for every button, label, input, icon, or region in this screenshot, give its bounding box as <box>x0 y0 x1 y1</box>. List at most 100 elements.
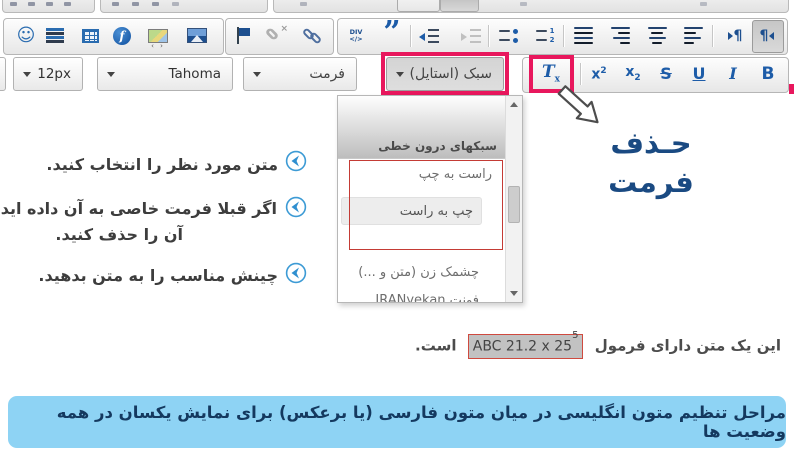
subscript-button[interactable]: x2 <box>618 57 648 91</box>
format-value: فرمت <box>261 66 356 82</box>
emoticon-button[interactable]: ☺ <box>12 18 40 53</box>
combo-cut[interactable] <box>0 57 6 91</box>
dropdown-scrollbar[interactable] <box>505 96 522 302</box>
link-icon <box>304 28 322 44</box>
icon-fragment <box>46 2 53 6</box>
icon-fragment <box>172 2 179 6</box>
font-size-value: 12px <box>31 66 82 82</box>
justify-icon <box>574 27 593 45</box>
annotation-title: حـذف فرمت <box>595 124 707 202</box>
bulleted-list-icon <box>499 29 518 43</box>
iframe-button[interactable]: ‹ › <box>144 18 172 53</box>
formula-line: این یک متن دارای فرمول ABC 21.2 x 255 اس… <box>415 334 781 359</box>
bold-button[interactable]: B <box>753 57 783 91</box>
scroll-down-icon[interactable] <box>510 291 518 296</box>
indent-decrease-button[interactable] <box>415 18 443 53</box>
table-button[interactable] <box>76 18 104 53</box>
div-container-button[interactable]: DIV </> <box>342 18 370 53</box>
bulleted-list-button[interactable] <box>494 18 522 53</box>
emoticon-icon: ☺ <box>17 27 36 45</box>
toolbar-group-cut <box>273 0 789 13</box>
anchor-flag-button[interactable] <box>229 18 257 53</box>
bullet-arrow-icon <box>285 150 307 172</box>
paragraph-ltr-button[interactable]: ¶ <box>721 18 749 53</box>
format-combo[interactable]: فرمت <box>243 57 357 91</box>
bullet-arrow-icon <box>285 196 307 218</box>
indent-decrease-icon <box>419 29 439 43</box>
chevron-down-icon <box>23 72 31 77</box>
iframe-arrows: ‹ › <box>149 43 167 49</box>
horizontal-lines-button[interactable] <box>41 18 69 53</box>
icon-fragment <box>700 2 707 6</box>
unlink-button[interactable]: × <box>263 18 291 53</box>
toolbar-button-pressed-cut[interactable] <box>440 0 479 12</box>
bullet-arrow-icon <box>285 262 307 284</box>
toolbar-divider <box>563 25 564 47</box>
blockquote-icon: ” <box>383 28 400 44</box>
annotation-arrow-icon <box>554 84 606 130</box>
toolbar-divider <box>580 63 581 85</box>
indent-increase-button[interactable] <box>457 18 485 53</box>
iframe-icon: ‹ › <box>148 29 168 43</box>
chevron-down-icon <box>253 72 261 77</box>
icon-fragment <box>132 2 139 6</box>
scroll-up-icon[interactable] <box>510 102 518 107</box>
align-center-button[interactable] <box>643 18 671 53</box>
toolbar-divider <box>410 25 411 47</box>
instruction-2-line2: آن را حذف کنید. <box>55 225 183 244</box>
scrollbar-thumb[interactable] <box>508 186 520 223</box>
subscript-icon: x2 <box>625 65 640 83</box>
align-center-icon <box>648 27 667 45</box>
instruction-3: چینش مناسب را به متن بدهید. <box>38 266 278 285</box>
icon-fragment <box>64 2 71 6</box>
flash-icon: f <box>113 27 131 45</box>
unlink-icon: × <box>268 28 286 44</box>
flag-icon <box>235 27 251 44</box>
align-right-button[interactable] <box>606 18 634 53</box>
italic-button[interactable]: I <box>718 57 748 91</box>
align-left-button[interactable] <box>679 18 707 53</box>
underline-button[interactable]: U <box>684 57 714 91</box>
formula-superscript: 5 <box>572 330 578 341</box>
underline-icon: U <box>693 66 706 82</box>
strikethrough-button[interactable]: S <box>651 57 681 91</box>
dropdown-header: سبکهای درون خطی <box>338 96 505 159</box>
formula-selection: ABC 21.2 x 255 <box>468 334 584 359</box>
horizontal-lines-icon <box>46 28 64 43</box>
dropdown-item-blink[interactable]: چشمک زن (متن و ...) <box>358 265 479 280</box>
image-button[interactable] <box>183 18 211 53</box>
image-icon <box>187 28 207 43</box>
instruction-2-line1: اگر قبلا فرمت خاصی به آن داده اید، <box>0 199 277 218</box>
link-button[interactable] <box>299 18 327 53</box>
icon-fragment <box>520 2 527 6</box>
icon-fragment <box>28 2 35 6</box>
toolbar-button-cut[interactable] <box>397 0 440 12</box>
font-family-combo[interactable]: Tahoma <box>97 57 233 91</box>
numbered-list-button[interactable]: 1 2 <box>531 18 559 53</box>
highlight-fragment <box>789 84 794 94</box>
dropdown-items-highlight-box <box>349 160 503 250</box>
dropdown-item-font-iranyekan[interactable]: فونت IRANyekan <box>375 293 479 303</box>
paragraph-rtl-button[interactable]: ¶ <box>753 18 781 53</box>
strikethrough-icon: S <box>660 66 672 82</box>
formula-suffix: است. <box>415 337 456 355</box>
flash-button[interactable]: f <box>108 18 136 53</box>
footer-banner-text: مراحل تنظیم متون انگلیسی در میان متون فا… <box>8 403 786 441</box>
justify-button[interactable] <box>569 18 597 53</box>
italic-icon: I <box>729 66 736 82</box>
font-size-combo[interactable]: 12px <box>13 57 83 91</box>
blockquote-button[interactable]: ” <box>378 18 406 53</box>
icon-fragment <box>112 2 119 6</box>
bold-icon: B <box>762 66 775 83</box>
indent-increase-icon <box>461 29 481 43</box>
paragraph-ltr-icon: ¶ <box>728 28 743 44</box>
div-code-text: </> <box>349 36 362 43</box>
paragraph-rtl-icon: ¶ <box>760 28 775 44</box>
align-right-icon <box>611 27 630 45</box>
icon-fragment <box>10 2 17 6</box>
style-combo[interactable]: سبک (استایل) <box>386 57 504 91</box>
footer-banner: مراحل تنظیم متون انگلیسی در میان متون فا… <box>8 396 786 448</box>
formula-prefix: این یک متن دارای فرمول <box>595 337 781 355</box>
toolbar-group-cut <box>100 0 268 13</box>
table-icon <box>82 29 99 43</box>
